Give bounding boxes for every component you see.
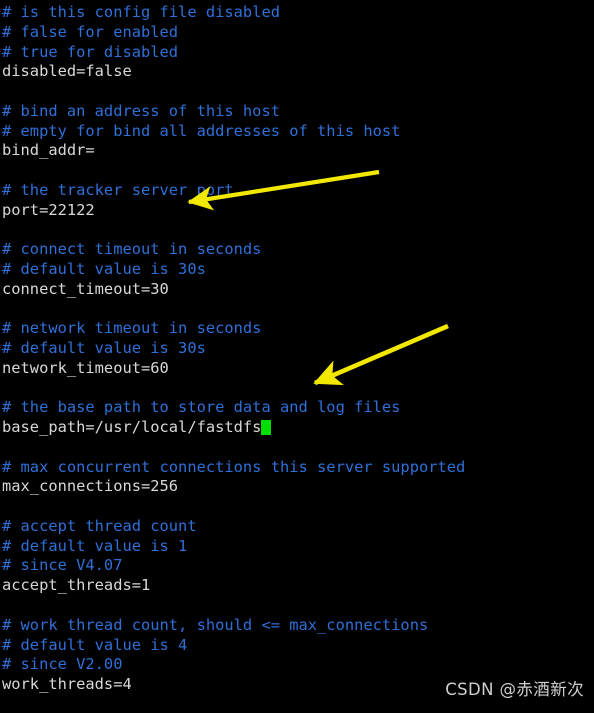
config-line: # empty for bind all addresses of this h… [2, 121, 401, 140]
config-line: # network timeout in seconds [2, 319, 262, 338]
config-line: # false for enabled [2, 22, 179, 41]
config-line: network_timeout=60 [2, 358, 169, 377]
csdn-watermark: CSDN @赤酒新次 [445, 680, 584, 699]
terminal-window[interactable]: # is this config file disabled # false fo… [0, 0, 594, 713]
config-line: port=22122 [2, 200, 95, 219]
config-line: bind_addr= [2, 141, 95, 160]
config-line: # default value is 1 [2, 536, 188, 555]
config-line [2, 497, 594, 517]
config-line: # connect timeout in seconds [2, 240, 262, 259]
config-line [2, 596, 594, 616]
config-line: # bind an address of this host [2, 101, 280, 120]
config-line: # default value is 30s [2, 259, 206, 278]
config-line [2, 220, 594, 240]
config-line: accept_threads=1 [2, 576, 151, 595]
config-line: # since V2.00 [2, 655, 123, 674]
config-line: max_connections=256 [2, 477, 179, 496]
config-line [2, 161, 594, 181]
config-line: # default value is 30s [2, 339, 206, 358]
config-line: # since V4.07 [2, 556, 123, 575]
config-line: connect_timeout=30 [2, 279, 169, 298]
config-line [2, 299, 594, 319]
config-line: # work thread count, should <= max_conne… [2, 615, 429, 634]
config-line [2, 438, 594, 458]
config-line: # max concurrent connections this server… [2, 457, 466, 476]
config-file-text[interactable]: # is this config file disabled # false fo… [0, 0, 594, 713]
config-line: disabled=false [2, 62, 132, 81]
config-line: # accept thread count [2, 516, 197, 535]
config-line: # true for disabled [2, 42, 179, 61]
config-line [2, 379, 594, 399]
config-line: # the base path to store data and log fi… [2, 398, 401, 417]
config-line: # is this config file disabled [2, 3, 280, 21]
config-line: # default value is 4 [2, 635, 188, 654]
config-line: # the tracker server port [2, 180, 234, 199]
config-line: base_path=/usr/local/fastdfs [2, 418, 594, 438]
text-cursor [261, 420, 271, 436]
config-line [2, 82, 594, 102]
